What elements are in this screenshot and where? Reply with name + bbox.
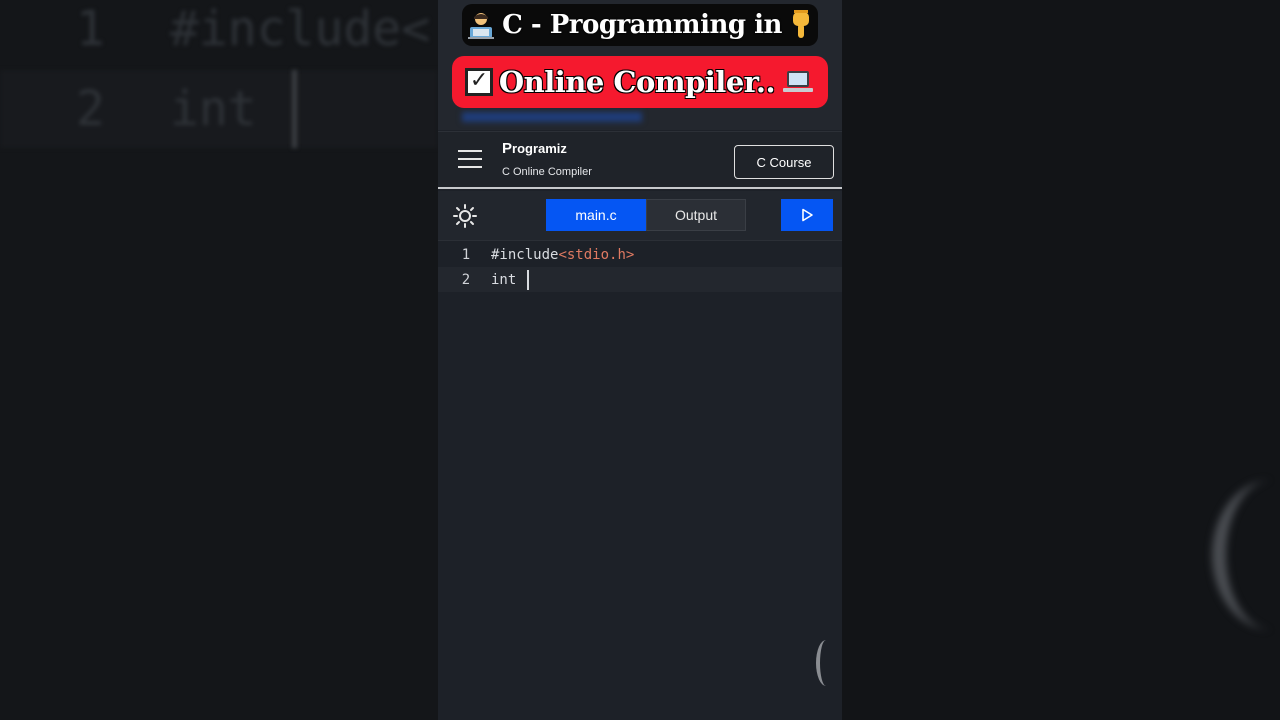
code-line-2: 2 int xyxy=(438,267,842,292)
tab-main-c[interactable]: main.c xyxy=(546,199,646,231)
phone-screen: C - Programming in ✓ Online Compiler.. P… xyxy=(438,0,842,720)
line-number: 1 xyxy=(461,246,471,263)
pointing-down-emoji-icon xyxy=(788,10,814,40)
tab-output[interactable]: Output xyxy=(646,199,746,231)
brand-name: rogramiz xyxy=(512,141,567,156)
brand-initial: P xyxy=(502,140,513,157)
loading-spinner-icon xyxy=(816,640,836,686)
page-subtitle: C Online Compiler xyxy=(502,166,592,178)
run-button[interactable] xyxy=(781,199,833,231)
brand-logo[interactable]: Programiz xyxy=(502,140,567,157)
c-course-button[interactable]: C Course xyxy=(734,145,834,179)
laptop-emoji-icon xyxy=(781,69,815,95)
code-text: #include<stdio.h> xyxy=(478,247,634,263)
background-right-blur xyxy=(842,0,1280,720)
bg-code-text: #include< xyxy=(170,1,431,57)
bg-code-line-1: 1 #include< xyxy=(0,0,438,58)
hamburger-menu-icon[interactable] xyxy=(458,150,482,168)
line-number: 2 xyxy=(461,271,471,288)
code-editor[interactable]: 1 #include<stdio.h> 2 int xyxy=(438,242,842,720)
bg-code-line-2: 2 int xyxy=(0,70,438,148)
app-header: Programiz C Online Compiler C Course xyxy=(438,131,842,189)
banner-top-text: C - Programming in xyxy=(502,10,782,40)
background-left-blur: 1 #include< 2 int xyxy=(0,0,438,720)
code-text: int xyxy=(478,269,529,290)
bg-line-number: 1 xyxy=(76,1,105,57)
text-cursor xyxy=(526,269,529,290)
blurred-strip xyxy=(462,112,642,122)
bg-cursor xyxy=(292,70,297,148)
code-line-1: 1 #include<stdio.h> xyxy=(438,242,842,267)
banner-bottom-text: Online Compiler.. xyxy=(498,65,776,99)
overlay-area: C - Programming in ✓ Online Compiler.. xyxy=(438,0,842,130)
code-string: <stdio.h> xyxy=(558,246,635,263)
banner-title-bottom: ✓ Online Compiler.. xyxy=(452,56,828,108)
bg-code-text: int xyxy=(170,81,257,137)
code-keyword: int xyxy=(491,271,525,288)
bg-line-number: 2 xyxy=(76,81,105,137)
play-icon xyxy=(802,208,813,222)
banner-title-top: C - Programming in xyxy=(462,4,818,46)
sun-icon[interactable] xyxy=(452,203,478,229)
technologist-emoji-icon xyxy=(466,10,496,40)
bg-spinner-arc xyxy=(1212,480,1280,630)
check-box-emoji-icon: ✓ xyxy=(464,68,493,96)
code-keyword: #include xyxy=(491,246,559,263)
editor-toolbar: main.c Output xyxy=(438,191,842,241)
